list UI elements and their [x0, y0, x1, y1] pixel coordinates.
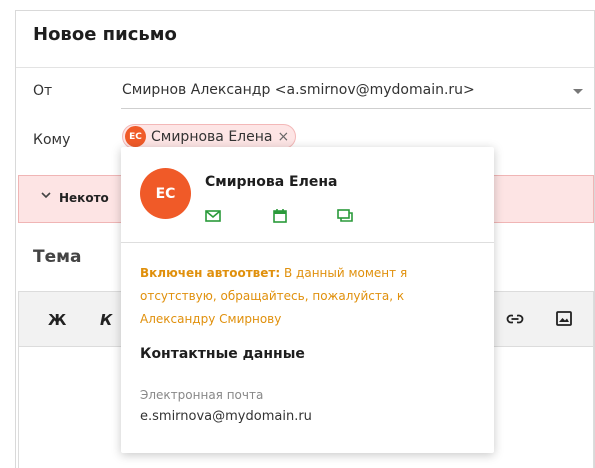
page-title: Новое письмо	[33, 24, 177, 45]
chevron-down-icon[interactable]	[40, 189, 52, 204]
image-icon[interactable]	[556, 311, 572, 330]
contact-card-popover: ЕС Смирнова Елена Включен автоответ: В д…	[121, 147, 494, 453]
contacts-heading: Контактные данные	[140, 346, 305, 362]
contact-name: Смирнова Елена	[205, 174, 338, 190]
recipient-avatar: ЕС	[125, 126, 146, 147]
autoreply-label: Включен автоответ:	[140, 266, 281, 280]
popover-divider	[121, 242, 494, 243]
email-label: Электронная почта	[140, 388, 264, 402]
chat-icon[interactable]	[336, 207, 354, 225]
avatar: ЕС	[140, 168, 191, 219]
compose-header: Новое письмо	[16, 11, 594, 68]
italic-button[interactable]: К	[100, 311, 112, 329]
from-select[interactable]: Смирнов Александр <a.smirnov@mydomain.ru…	[121, 75, 591, 109]
from-label: От	[33, 83, 53, 99]
bold-button[interactable]: Ж	[48, 311, 66, 329]
to-label: Кому	[33, 132, 71, 148]
alert-text: Некото	[59, 191, 109, 205]
dropdown-arrow-icon[interactable]	[573, 89, 583, 94]
mail-icon[interactable]	[204, 207, 222, 225]
from-value: Смирнов Александр <a.smirnov@mydomain.ru…	[122, 82, 475, 98]
recipient-name: Смирнова Елена	[151, 128, 273, 145]
email-value: e.smirnova@mydomain.ru	[140, 409, 312, 424]
calendar-icon[interactable]	[271, 207, 289, 225]
close-icon[interactable]: ×	[277, 129, 289, 145]
autoreply-notice: Включен автоответ: В данный момент я отс…	[140, 262, 475, 331]
recipient-chip[interactable]: ЕС Смирнова Елена ×	[122, 124, 297, 149]
subject-label: Тема	[33, 247, 82, 267]
link-icon[interactable]	[506, 312, 524, 330]
